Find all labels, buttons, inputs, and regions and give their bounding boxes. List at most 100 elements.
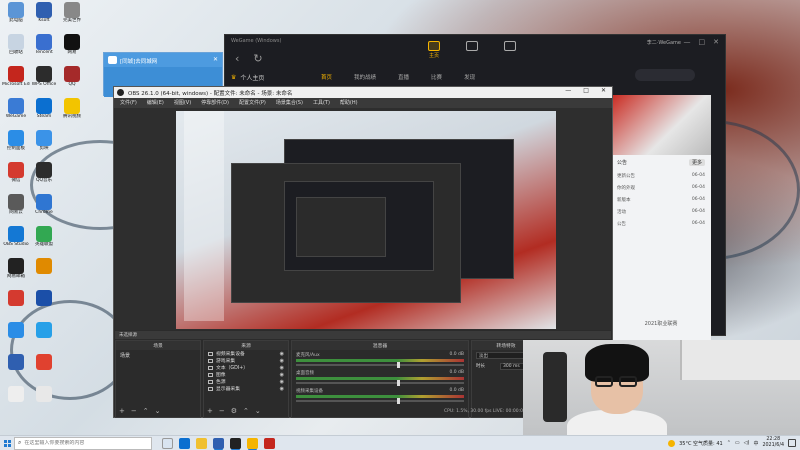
notice-item[interactable]: 新版本 06-04 bbox=[611, 194, 711, 206]
desktop-icon[interactable]: 网易云 bbox=[2, 194, 30, 224]
scene-item[interactable]: 场景 bbox=[116, 350, 200, 361]
desktop-icon[interactable]: Ksoft bbox=[30, 2, 58, 32]
desktop-icon[interactable] bbox=[2, 290, 30, 320]
minimize-icon[interactable]: — bbox=[684, 38, 691, 46]
desktop-icon[interactable]: WPS Office bbox=[30, 66, 58, 96]
source-item[interactable]: 显示器采集 ◉ bbox=[204, 385, 288, 392]
taskbar-search[interactable]: ⌕ bbox=[14, 436, 152, 450]
ime-icon[interactable]: 中 bbox=[753, 440, 758, 447]
notice-item[interactable]: 你的外观 06-04 bbox=[611, 182, 711, 194]
obs-icon[interactable] bbox=[230, 437, 241, 449]
edge-icon[interactable] bbox=[179, 437, 190, 449]
down-arrow-icon[interactable]: ⌄ bbox=[155, 407, 161, 415]
eye-icon[interactable]: ◉ bbox=[280, 365, 284, 371]
source-item[interactable]: 色源 ◉ bbox=[204, 378, 288, 385]
desktop-icon[interactable]: Microsoft Edge bbox=[2, 66, 30, 96]
network-icon[interactable]: ▭ bbox=[735, 440, 740, 446]
clock[interactable]: 22:28 2021/6/4 bbox=[762, 437, 784, 449]
volume-icon[interactable]: ◁) bbox=[744, 440, 750, 446]
volume-slider[interactable] bbox=[296, 398, 464, 404]
task-view-icon[interactable] bbox=[162, 437, 173, 449]
app-icon[interactable] bbox=[264, 437, 275, 449]
close-icon[interactable]: ✕ bbox=[213, 56, 218, 63]
menu-help[interactable]: 帮助(H) bbox=[340, 99, 358, 107]
eye-icon[interactable]: ◉ bbox=[280, 351, 284, 357]
game-tab[interactable]: 发现 bbox=[464, 73, 475, 81]
desktop-icon[interactable]: Steam bbox=[30, 98, 58, 128]
wegame-username[interactable]: 李二·WeGame bbox=[647, 39, 681, 46]
eye-icon[interactable]: ◉ bbox=[280, 379, 284, 385]
app-icon[interactable] bbox=[213, 437, 224, 449]
game-tab[interactable]: 比赛 bbox=[431, 73, 442, 81]
start-button[interactable] bbox=[0, 436, 14, 450]
eye-icon[interactable]: ◉ bbox=[280, 358, 284, 364]
desktop-icon[interactable] bbox=[30, 386, 58, 416]
maximize-icon[interactable]: □ bbox=[699, 38, 706, 46]
remove-icon[interactable]: − bbox=[219, 407, 225, 415]
up-arrow-icon[interactable]: ⌃ bbox=[143, 407, 149, 415]
notification-icon[interactable] bbox=[788, 439, 796, 447]
game-tab[interactable]: 首页 bbox=[321, 73, 332, 81]
maximize-icon[interactable]: □ bbox=[583, 87, 589, 94]
close-icon[interactable]: ✕ bbox=[713, 38, 719, 46]
source-item[interactable]: 视频采集设备 ◉ bbox=[204, 350, 288, 357]
menu-docks[interactable]: 停靠部件(D) bbox=[201, 99, 229, 107]
desktop-icon[interactable]: 剪映 bbox=[30, 130, 58, 160]
refresh-icon[interactable]: ↻ bbox=[253, 52, 262, 65]
notice-item[interactable]: 更新公告 06-04 bbox=[611, 170, 711, 182]
menu-view[interactable]: 视图(V) bbox=[174, 99, 191, 107]
gear-icon[interactable]: ⚙ bbox=[231, 407, 237, 415]
desktop-icon[interactable]: QQ bbox=[58, 66, 86, 96]
wegame-search-input[interactable] bbox=[635, 69, 695, 81]
eye-icon[interactable]: ◉ bbox=[280, 372, 284, 378]
desktop-icon[interactable]: OBS Studio bbox=[2, 226, 30, 256]
source-item[interactable]: 文本（GDI+） ◉ bbox=[204, 364, 288, 371]
more-button[interactable]: 更多 bbox=[688, 159, 705, 166]
chevron-up-icon[interactable]: ⌃ bbox=[727, 440, 731, 446]
menu-profile[interactable]: 配置文件(P) bbox=[239, 99, 266, 107]
tab-home[interactable]: 主页 bbox=[425, 41, 443, 59]
desktop-icon[interactable]: 完美世界 bbox=[58, 2, 86, 32]
tab-store[interactable] bbox=[463, 41, 481, 59]
desktop-icon[interactable] bbox=[30, 354, 58, 384]
volume-slider[interactable] bbox=[296, 362, 464, 368]
desktop-icon[interactable]: 微信 bbox=[2, 162, 30, 192]
search-input[interactable] bbox=[24, 440, 145, 446]
folder-icon[interactable] bbox=[196, 437, 207, 449]
down-arrow-icon[interactable]: ⌄ bbox=[255, 407, 261, 415]
news-banner[interactable] bbox=[611, 95, 711, 155]
menu-edit[interactable]: 编辑(E) bbox=[147, 99, 164, 107]
back-arrow-icon[interactable]: ‹ bbox=[235, 52, 239, 65]
desktop-icon[interactable]: 英雄联盟 bbox=[30, 226, 58, 256]
game-tab[interactable]: 直播 bbox=[398, 73, 409, 81]
remove-icon[interactable]: − bbox=[131, 407, 137, 415]
up-arrow-icon[interactable]: ⌃ bbox=[243, 407, 249, 415]
desktop-icon[interactable] bbox=[2, 386, 30, 416]
desktop-icon[interactable]: QQ音乐 bbox=[30, 162, 58, 192]
desktop-icon[interactable] bbox=[30, 258, 58, 288]
obs-preview-area[interactable] bbox=[115, 108, 611, 330]
minimize-icon[interactable]: — bbox=[565, 87, 571, 94]
menu-file[interactable]: 文件(F) bbox=[120, 99, 137, 107]
eye-icon[interactable]: ◉ bbox=[280, 386, 284, 392]
obs-preview-canvas[interactable] bbox=[176, 111, 556, 329]
desktop-icon[interactable] bbox=[2, 322, 30, 352]
source-item[interactable]: 图像 ◉ bbox=[204, 371, 288, 378]
desktop-icon[interactable]: Chrome bbox=[30, 194, 58, 224]
source-item[interactable]: 游戏采集 ◉ bbox=[204, 357, 288, 364]
desktop-icon[interactable]: 腾讯视频 bbox=[58, 98, 86, 128]
desktop-icon[interactable]: 网易邮箱 bbox=[2, 258, 30, 288]
add-icon[interactable]: + bbox=[119, 407, 125, 415]
desktop-icon[interactable] bbox=[30, 322, 58, 352]
tab-video[interactable] bbox=[501, 41, 519, 59]
wegame-icon[interactable] bbox=[247, 437, 258, 449]
menu-scene-collection[interactable]: 场景集合(S) bbox=[276, 99, 303, 107]
game-tab[interactable]: 我的战绩 bbox=[354, 73, 376, 81]
notice-item[interactable]: 活动 06-04 bbox=[611, 206, 711, 218]
weather-text[interactable]: 35°C 空气质量: 41 bbox=[679, 440, 723, 447]
add-icon[interactable]: + bbox=[207, 407, 213, 415]
desktop-icon[interactable] bbox=[2, 354, 30, 384]
desktop-icon[interactable]: 此电脑 bbox=[2, 2, 30, 32]
desktop-icon[interactable]: 回收站 bbox=[2, 34, 30, 64]
volume-slider[interactable] bbox=[296, 380, 464, 386]
